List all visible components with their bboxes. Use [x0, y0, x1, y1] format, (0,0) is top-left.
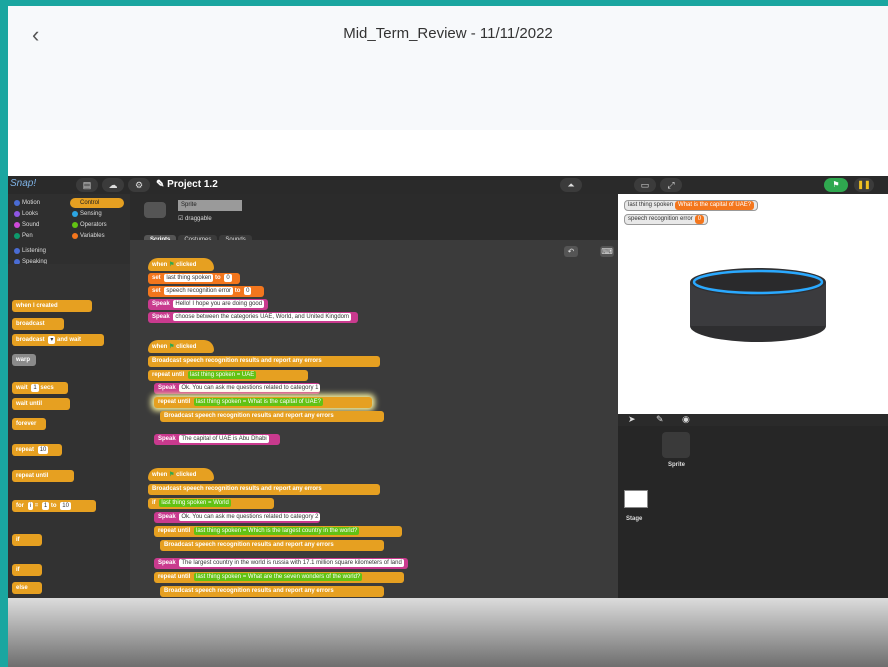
gear-icon[interactable]: ⚙: [128, 178, 150, 192]
video-bottom-shade: [8, 598, 888, 667]
speak-block[interactable]: Speak Hello! I hope you are doing good: [148, 299, 268, 310]
palette-when-created[interactable]: when I created: [12, 300, 92, 312]
green-flag-button[interactable]: ⚑: [824, 178, 848, 192]
category-motion[interactable]: Motion: [12, 198, 66, 208]
snap-logo[interactable]: Snap!: [10, 178, 40, 192]
set-block[interactable]: set speech recognition error to 0: [148, 286, 264, 297]
category-sensing[interactable]: Sensing: [70, 209, 124, 219]
palette-forever[interactable]: forever: [12, 418, 46, 430]
stage[interactable]: last thing spoken What is the capital of …: [618, 194, 888, 414]
scripts-area[interactable]: ↶ ⌨ when ⚑ clicked set last thing spoken…: [130, 240, 618, 598]
palette-warp[interactable]: warp: [12, 354, 36, 366]
category-variables[interactable]: Variables: [70, 231, 124, 241]
when-flag-clicked-hat[interactable]: when ⚑ clicked: [148, 468, 214, 481]
palette-if[interactable]: if: [12, 534, 42, 546]
broadcast-block[interactable]: Broadcast speech recognition results and…: [160, 411, 384, 422]
category-control[interactable]: Control: [70, 198, 124, 208]
palette-wait-until[interactable]: wait until: [12, 398, 70, 410]
draggable-checkbox[interactable]: ☑ draggable: [178, 215, 212, 222]
camera-icon[interactable]: ◉: [682, 414, 690, 425]
block-palette: when I created broadcast broadcast ▾ and…: [8, 264, 130, 598]
category-sound[interactable]: Sound: [12, 220, 66, 230]
sprite-toolbar: ➤ ✎ ◉: [618, 414, 888, 426]
corral-sprite-thumbnail[interactable]: [662, 432, 690, 458]
speak-block[interactable]: Speak Ok. You can ask me questions relat…: [154, 512, 320, 523]
palette-else[interactable]: else: [12, 582, 42, 594]
category-looks[interactable]: Looks: [12, 209, 66, 219]
broadcast-block[interactable]: Broadcast speech recognition results and…: [160, 586, 384, 597]
broadcast-block[interactable]: Broadcast speech recognition results and…: [148, 356, 380, 367]
sprite-corral: Sprite Stage: [618, 426, 888, 598]
corral-sprite-label: Sprite: [668, 462, 686, 468]
repeat-until-block[interactable]: repeat until last thing spoken = UAE: [148, 370, 308, 381]
turbo-icon[interactable]: ⏶: [560, 178, 582, 192]
when-flag-clicked-hat[interactable]: when ⚑ clicked: [148, 340, 214, 353]
palette-wait[interactable]: wait 1 secs: [12, 382, 68, 394]
set-block[interactable]: set last thing spoken to 0: [148, 273, 240, 284]
pause-button[interactable]: ❚❚: [854, 178, 874, 192]
palette-if-else[interactable]: if: [12, 564, 42, 576]
cloud-icon[interactable]: ☁: [102, 178, 124, 192]
project-title: ✎ Project 1.2: [156, 179, 218, 190]
speak-block[interactable]: Speak The capital of UAE is Abu Dhabi: [154, 434, 280, 445]
undo-icon[interactable]: ↶: [564, 246, 578, 257]
video-frame: Snap! ▤ ☁ ⚙ ✎ Project 1.2 ⏶ Motion Contr…: [8, 176, 888, 598]
category-selector: Motion Control Looks Sensing Sound Opera…: [8, 194, 130, 265]
if-block[interactable]: if last thing spoken = World: [148, 498, 274, 509]
app-frame: ‹ Mid_Term_Review - 11/11/2022 Snap! ▤ ☁…: [8, 6, 888, 667]
watcher-last-thing-spoken: last thing spoken What is the capital of …: [624, 200, 759, 211]
echo-dot-speaker: [690, 268, 826, 342]
palette-broadcast-wait[interactable]: broadcast ▾ and wait: [12, 334, 104, 346]
category-listening[interactable]: Listening: [12, 246, 66, 256]
speak-block[interactable]: Speak Ok. You can ask me questions relat…: [154, 383, 320, 394]
sprite-thumbnail[interactable]: [144, 202, 166, 218]
corral-stage-label: Stage: [626, 516, 643, 522]
repeat-until-block[interactable]: repeat until last thing spoken = What ar…: [154, 572, 404, 583]
fullscreen-icon[interactable]: ⤢: [660, 178, 682, 192]
category-pen[interactable]: Pen: [12, 231, 66, 241]
stage-controls: ▭ ⤢ ⚑ ❚❚: [618, 176, 888, 194]
stage-size-icon[interactable]: ▭: [634, 178, 656, 192]
header-bar: ‹ Mid_Term_Review - 11/11/2022: [8, 6, 888, 130]
broadcast-block[interactable]: Broadcast speech recognition results and…: [160, 540, 384, 551]
palette-repeat[interactable]: repeat 10: [12, 444, 62, 456]
arrow-icon[interactable]: ➤: [628, 414, 636, 425]
file-icon[interactable]: ▤: [76, 178, 98, 192]
broadcast-block[interactable]: Broadcast speech recognition results and…: [148, 484, 380, 495]
repeat-until-block[interactable]: repeat until last thing spoken = Which i…: [154, 526, 402, 537]
palette-repeat-until[interactable]: repeat until: [12, 470, 74, 482]
keyboard-icon[interactable]: ⌨: [600, 246, 614, 257]
page-title: Mid_Term_Review - 11/11/2022: [343, 25, 553, 42]
repeat-until-block[interactable]: repeat until last thing spoken = What is…: [154, 397, 372, 408]
speak-block[interactable]: Speak The largest country in the world i…: [154, 558, 408, 569]
stage-thumbnail[interactable]: [624, 490, 648, 508]
when-flag-clicked-hat[interactable]: when ⚑ clicked: [148, 258, 214, 271]
category-operators[interactable]: Operators: [70, 220, 124, 230]
palette-for[interactable]: for i = 1 to 10: [12, 500, 96, 512]
paintbrush-icon[interactable]: ✎: [656, 414, 664, 425]
sprite-name-field[interactable]: Sprite: [178, 200, 242, 211]
palette-broadcast[interactable]: broadcast: [12, 318, 64, 330]
watcher-speech-recognition-error: speech recognition error 0: [624, 214, 709, 225]
sprite-info-bar: Sprite ☑ draggable ScriptsCostumesSounds: [130, 194, 618, 245]
speak-block[interactable]: Speak choose between the categories UAE,…: [148, 312, 358, 323]
